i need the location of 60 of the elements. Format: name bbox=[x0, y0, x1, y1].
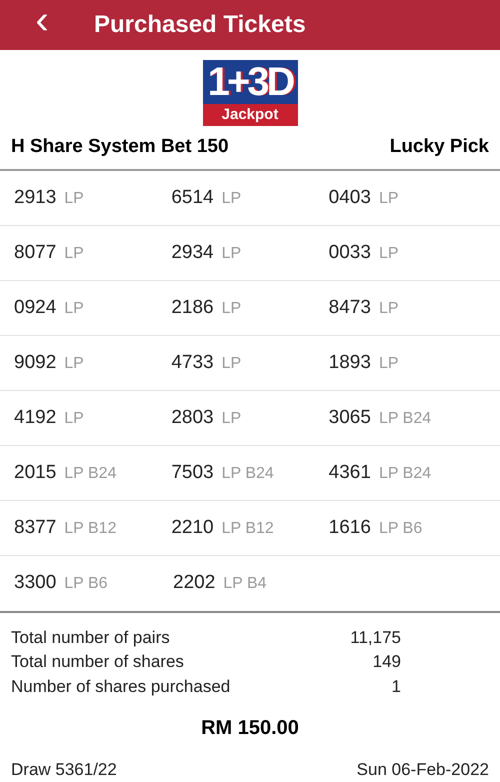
pick-type: Lucky Pick bbox=[390, 135, 489, 160]
ticket-number: 2913 bbox=[14, 186, 56, 210]
summary-value: 11,175 bbox=[349, 626, 401, 648]
ticket-tags: LP bbox=[222, 406, 242, 431]
ticket-tags: LP bbox=[64, 352, 84, 376]
ticket-number: 8377 bbox=[14, 516, 56, 540]
ticket-tags: LP B24 bbox=[378, 406, 432, 431]
draw-date: Sun 06-Feb-2022 bbox=[356, 758, 489, 780]
ticket-number: 8473 bbox=[328, 296, 371, 320]
summary-label: Number of shares purchased bbox=[11, 676, 232, 698]
ticket-tags: LP bbox=[222, 296, 242, 321]
ticket-tags: LP B6 bbox=[378, 516, 422, 541]
ticket-tags: LP B12 bbox=[222, 516, 274, 541]
ticket-number: 4733 bbox=[171, 350, 214, 375]
ticket-number: 3065 bbox=[328, 406, 371, 430]
ticket-tags: LP bbox=[64, 242, 84, 266]
ticket-number: 9092 bbox=[14, 350, 56, 375]
ticket-tags: LP B4 bbox=[223, 572, 267, 596]
ticket-number: 2934 bbox=[171, 240, 214, 265]
ticket-number: 4361 bbox=[328, 460, 371, 485]
ticket-tags: LP B24 bbox=[378, 462, 432, 486]
ticket-number: 7503 bbox=[171, 460, 214, 485]
ticket-tags: LP B24 bbox=[222, 462, 274, 486]
summary-label: Total number of pairs bbox=[11, 626, 171, 648]
bet-type: H Share System Bet 150 bbox=[11, 135, 229, 160]
draw-number: Draw 5361/22 bbox=[11, 758, 117, 780]
ticket-tags: LP bbox=[64, 296, 84, 321]
jackpot-logo: 1+3D Jackpot bbox=[202, 60, 298, 126]
summary-value: 149 bbox=[372, 651, 401, 673]
ticket-number: 3300 bbox=[14, 571, 56, 596]
ticket-tags: LP bbox=[222, 186, 242, 211]
ticket-tags: LP B12 bbox=[64, 516, 116, 541]
ticket-tags: LP bbox=[378, 186, 399, 211]
ticket-number: 0924 bbox=[14, 296, 56, 320]
ticket-number: 2210 bbox=[171, 516, 214, 540]
ticket-number: 2202 bbox=[173, 571, 216, 596]
summary-label: Total number of shares bbox=[11, 651, 185, 673]
ticket-number: 4192 bbox=[14, 406, 56, 430]
ticket-number: 0033 bbox=[328, 240, 371, 265]
ticket-number: 2015 bbox=[14, 460, 56, 485]
ticket-tags: LP bbox=[378, 296, 399, 321]
summary-value: 1 bbox=[390, 676, 401, 698]
back-button[interactable]: ‹ bbox=[22, 0, 62, 40]
ticket-tags: LP bbox=[222, 242, 242, 266]
total-amount: RM 150.00 bbox=[201, 716, 299, 740]
ticket-number: 0403 bbox=[328, 186, 371, 210]
ticket-number: 1616 bbox=[328, 516, 371, 540]
ticket-tags: LP B24 bbox=[64, 462, 116, 486]
ticket-number: 2803 bbox=[171, 406, 214, 430]
ticket-tags: LP bbox=[64, 186, 84, 211]
ticket-tags: LP B6 bbox=[64, 572, 108, 596]
ticket-number: 6514 bbox=[171, 186, 214, 210]
ticket-tags: LP bbox=[64, 406, 84, 431]
ticket-tags: LP bbox=[378, 352, 399, 376]
ticket-tags: LP bbox=[222, 352, 242, 376]
ticket-number: 8077 bbox=[14, 240, 56, 265]
ticket-number: 2186 bbox=[171, 296, 214, 320]
ticket-tags: LP bbox=[378, 242, 399, 266]
ticket-number: 1893 bbox=[328, 350, 371, 375]
page-title: Purchased Tickets bbox=[94, 10, 306, 40]
